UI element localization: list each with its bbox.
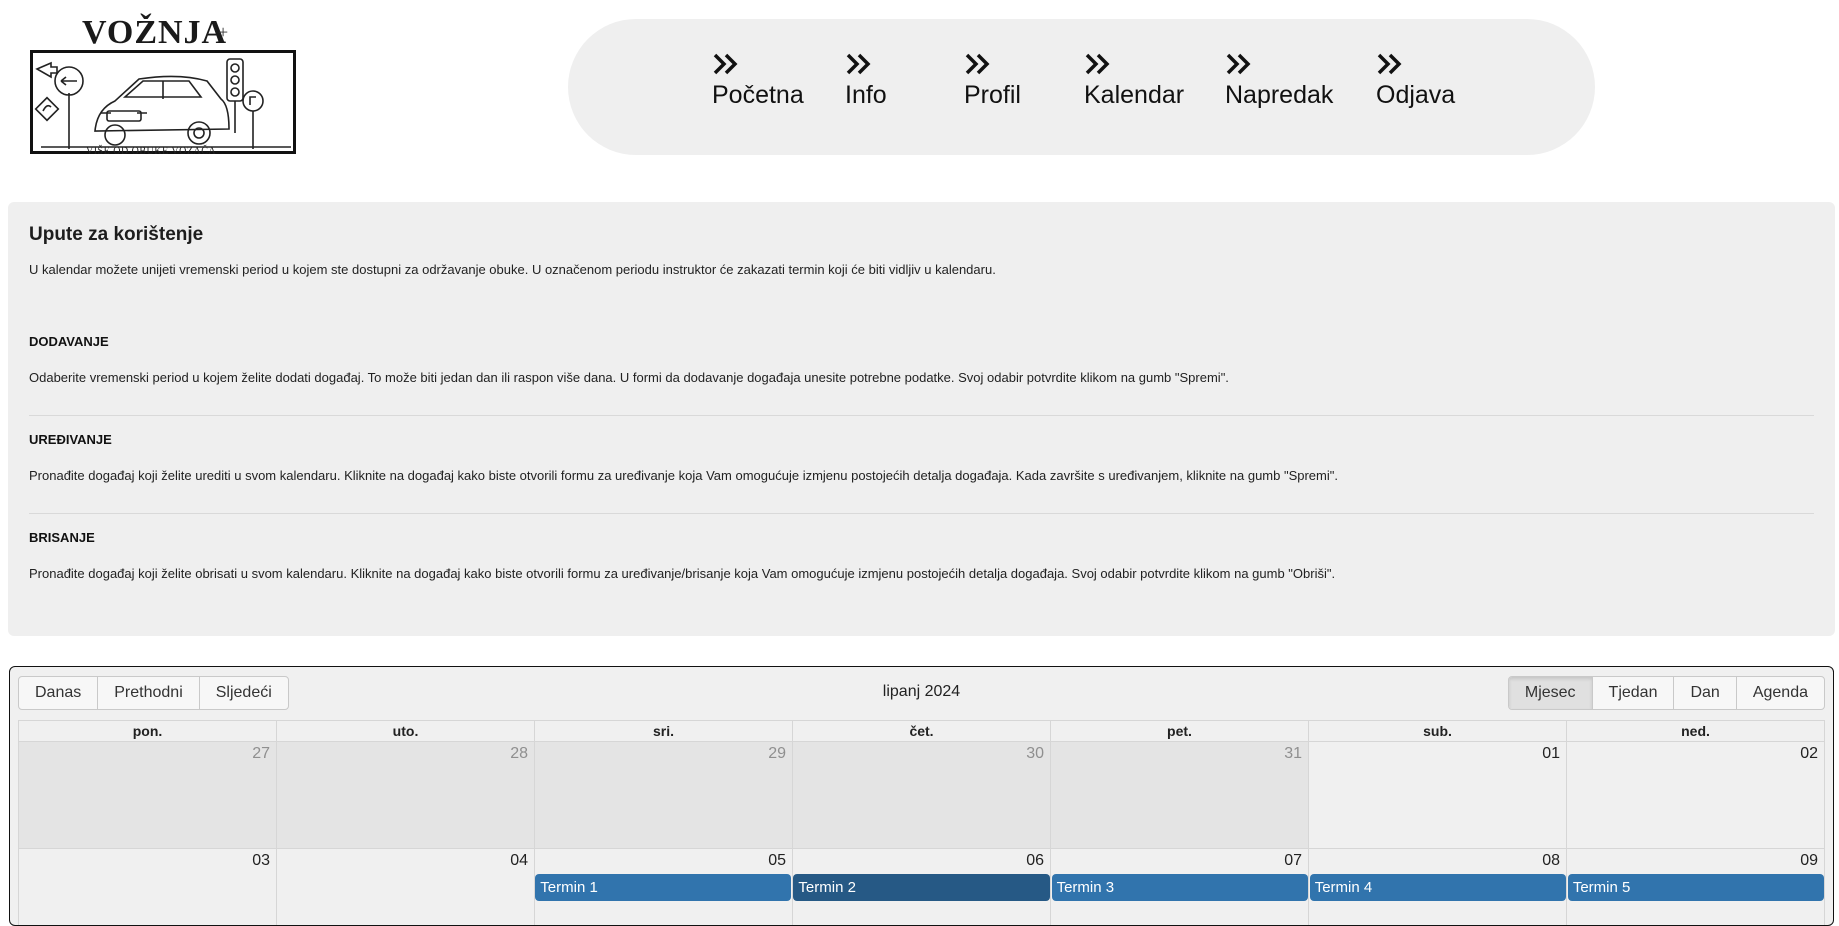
weekday-label: uto.	[277, 721, 535, 741]
instructions-title: Upute za korištenje	[29, 224, 204, 245]
nav-label: Kalendar	[1084, 81, 1185, 109]
week-row: 03 04 05 06 07 08 09 Termin 1 Termin 2 T…	[18, 849, 1825, 925]
view-week-button[interactable]: Tjedan	[1593, 677, 1675, 709]
double-chevron-right-icon	[1226, 53, 1251, 75]
nav-item-profil[interactable]: Profil	[964, 49, 1021, 110]
nav-item-napredak[interactable]: Napredak	[1225, 49, 1333, 110]
nav-label: Početna	[712, 81, 804, 109]
event-slot	[276, 874, 534, 901]
section-heading-dodavanje: DODAVANJE	[29, 334, 109, 349]
weekday-label: čet.	[793, 721, 1051, 741]
section-text-dodavanje: Odaberite vremenski period u kojem želit…	[29, 370, 1229, 385]
calendar: Danas Prethodni Sljedeći lipanj 2024 Mje…	[9, 666, 1834, 926]
double-chevron-right-icon	[1377, 53, 1402, 75]
weekday-label: pon.	[18, 721, 277, 741]
nav-item-info[interactable]: Info	[845, 49, 887, 110]
logo-illustration	[30, 50, 296, 154]
double-chevron-right-icon	[846, 53, 871, 75]
nav-item-odjava[interactable]: Odjava	[1376, 49, 1455, 110]
month-grid: pon. uto. sri. čet. pet. sub. ned. 27 28…	[18, 720, 1825, 925]
event-termin-5[interactable]: Termin 5	[1567, 874, 1824, 901]
divider	[29, 513, 1814, 514]
double-chevron-right-icon	[1085, 53, 1110, 75]
nav-label: Napredak	[1225, 81, 1334, 109]
events-row: Termin 1 Termin 2 Termin 3 Termin 4 Term…	[18, 874, 1825, 901]
logo-title: VOŽNJA	[82, 14, 228, 51]
logo-tagline: VIŠE OD OBUKE VOZAČA	[86, 146, 217, 157]
main-nav: Početna Info Profil Kalendar Napredak Od…	[568, 19, 1595, 155]
event-termin-4[interactable]: Termin 4	[1309, 874, 1566, 901]
weekday-label: sub.	[1309, 721, 1567, 741]
weekday-label: ned.	[1567, 721, 1825, 741]
week-row: 27 28 29 30 31 01 02	[18, 742, 1825, 849]
day-cell[interactable]: 28	[277, 742, 535, 848]
section-heading-uredivanje: UREĐIVANJE	[29, 432, 112, 447]
instructions-panel: Upute za korištenje U kalendar možete un…	[8, 202, 1835, 636]
section-text-uredivanje: Pronađite događaj koji želite urediti u …	[29, 468, 1338, 483]
view-month-button[interactable]: Mjesec	[1508, 677, 1593, 709]
day-cell[interactable]: 29	[535, 742, 793, 848]
event-slot: Termin 1	[534, 874, 792, 901]
car-icon	[34, 58, 291, 149]
day-cell[interactable]: 31	[1051, 742, 1309, 848]
event-slot: Termin 5	[1567, 874, 1825, 901]
section-text-brisanje: Pronađite događaj koji želite obrisati u…	[29, 566, 1336, 581]
event-slot: Termin 4	[1309, 874, 1567, 901]
nav-label: Odjava	[1376, 81, 1456, 109]
day-cell[interactable]: 01	[1309, 742, 1567, 848]
section-heading-brisanje: BRISANJE	[29, 530, 95, 545]
double-chevron-right-icon	[965, 53, 990, 75]
logo-plus: +	[218, 22, 229, 42]
day-cell[interactable]: 02	[1567, 742, 1825, 848]
nav-item-pocetna[interactable]: Početna	[712, 49, 804, 110]
logo[interactable]: VOŽNJA + VIŠE OD OBUKE VOZAČA	[28, 14, 304, 162]
event-slot	[18, 874, 276, 901]
divider	[29, 415, 1814, 416]
event-termin-1[interactable]: Termin 1	[535, 874, 792, 901]
weekday-label: sri.	[535, 721, 793, 741]
weekday-label: pet.	[1051, 721, 1309, 741]
nav-label: Info	[845, 81, 887, 109]
nav-item-kalendar[interactable]: Kalendar	[1084, 49, 1184, 110]
event-termin-3[interactable]: Termin 3	[1051, 874, 1308, 901]
instructions-intro: U kalendar možete unijeti vremenski peri…	[29, 262, 996, 277]
nav-label: Profil	[964, 81, 1021, 109]
event-termin-2[interactable]: Termin 2	[793, 874, 1050, 901]
event-slot: Termin 2	[792, 874, 1050, 901]
day-cell[interactable]: 27	[18, 742, 277, 848]
view-agenda-button[interactable]: Agenda	[1737, 677, 1824, 709]
weekday-header: pon. uto. sri. čet. pet. sub. ned.	[18, 720, 1825, 742]
double-chevron-right-icon	[713, 53, 738, 75]
day-cell[interactable]: 30	[793, 742, 1051, 848]
calendar-view-buttons: Mjesec Tjedan Dan Agenda	[1507, 676, 1825, 710]
view-day-button[interactable]: Dan	[1674, 677, 1737, 709]
event-slot: Termin 3	[1051, 874, 1309, 901]
